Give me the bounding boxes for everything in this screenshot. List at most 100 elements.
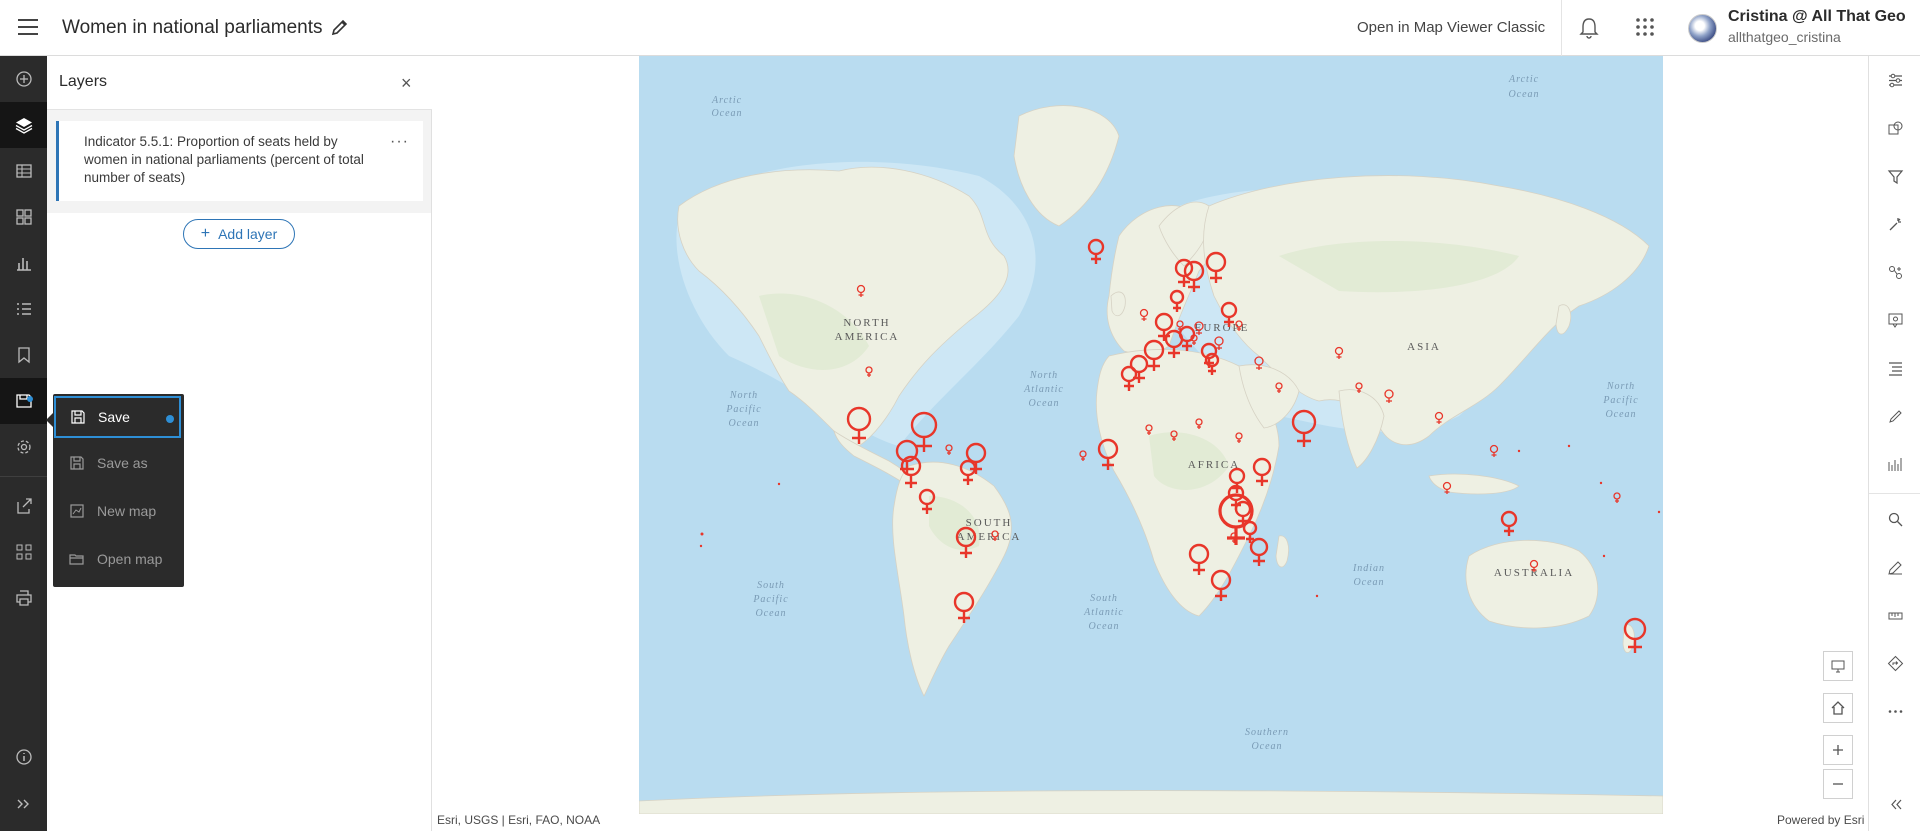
svg-text:NORTH: NORTH — [843, 317, 890, 329]
menu-pointer — [46, 413, 53, 427]
table-icon[interactable] — [0, 148, 47, 194]
home-icon[interactable] — [1823, 693, 1853, 723]
filter-icon[interactable] — [1869, 156, 1920, 196]
app-header: Women in national parliaments Open in Ma… — [0, 0, 1920, 56]
world-map[interactable]: Arctic Ocean Arctic Ocean North Pacific Ocea… — [639, 56, 1663, 814]
open-map-icon — [69, 554, 84, 565]
menu-item-label: Open map — [97, 551, 163, 567]
svg-text:South: South — [757, 580, 785, 591]
menu-item-open-map[interactable]: Open map — [53, 536, 184, 582]
svg-text:Atlantic: Atlantic — [1083, 607, 1124, 618]
directions-icon[interactable] — [1869, 643, 1920, 683]
svg-text:Pacific: Pacific — [1602, 395, 1638, 406]
app-launcher-icon[interactable] — [1635, 17, 1655, 37]
toolbar-divider — [1869, 493, 1920, 494]
configure-popups-icon[interactable] — [1869, 300, 1920, 340]
menu-item-save[interactable]: Save — [54, 396, 181, 438]
effects-icon[interactable] — [1869, 204, 1920, 244]
svg-text:Ocean: Ocean — [1353, 577, 1384, 588]
save-icon — [71, 410, 85, 424]
unsaved-dot — [166, 415, 174, 423]
menu-item-save-as[interactable]: Save as — [53, 440, 184, 486]
menu-item-label: Save as — [97, 455, 148, 471]
search-icon[interactable] — [1869, 499, 1920, 539]
svg-text:AFRICA: AFRICA — [1188, 459, 1240, 471]
unsaved-indicator — [27, 396, 33, 402]
svg-text:Ocean: Ocean — [1251, 741, 1282, 752]
user-name[interactable]: Cristina @ All That Geo — [1728, 8, 1906, 26]
layer-item[interactable]: Indicator 5.5.1: Proportion of seats hel… — [56, 121, 423, 201]
svg-text:Pacific: Pacific — [725, 404, 761, 415]
svg-text:Ocean: Ocean — [711, 108, 742, 119]
svg-text:Arctic: Arctic — [1508, 74, 1539, 85]
svg-text:Indian: Indian — [1352, 563, 1385, 574]
svg-text:ASIA: ASIA — [1407, 341, 1441, 353]
menu-item-new-map[interactable]: New map — [53, 488, 184, 534]
settings-icon[interactable] — [0, 424, 47, 470]
analysis-icon[interactable] — [1869, 252, 1920, 292]
add-layer-button[interactable]: + Add layer — [183, 219, 295, 249]
properties-icon[interactable] — [1869, 60, 1920, 100]
notifications-icon[interactable] — [1578, 16, 1600, 40]
zoom-in-icon[interactable] — [1823, 735, 1853, 765]
svg-text:Pacific: Pacific — [752, 594, 788, 605]
expand-icon[interactable] — [0, 781, 47, 827]
right-toolbar — [1868, 56, 1920, 831]
map-attribution[interactable]: Esri, USGS | Esri, FAO, NOAA — [437, 813, 600, 827]
svg-text:South: South — [1090, 593, 1118, 604]
edit-title-icon[interactable] — [330, 17, 350, 37]
edit-icon[interactable] — [1869, 547, 1920, 587]
svg-text:Atlantic: Atlantic — [1023, 384, 1064, 395]
more-icon[interactable] — [1869, 691, 1920, 731]
menu-item-label: Save — [98, 409, 130, 425]
avatar[interactable] — [1688, 14, 1717, 43]
info-icon[interactable] — [0, 734, 47, 780]
styles-icon[interactable] — [1869, 108, 1920, 148]
svg-text:Southern: Southern — [1245, 727, 1289, 738]
legend-icon[interactable] — [0, 286, 47, 332]
new-map-icon — [70, 504, 84, 518]
svg-text:North: North — [729, 390, 758, 401]
map-view[interactable]: Arctic Ocean Arctic Ocean North Pacific Ocea… — [639, 56, 1663, 814]
svg-text:North: North — [1029, 370, 1058, 381]
svg-text:Ocean: Ocean — [1508, 89, 1539, 100]
panel-title: Layers — [59, 73, 108, 90]
svg-text:Ocean: Ocean — [755, 608, 786, 619]
basemap-icon[interactable] — [0, 194, 47, 240]
svg-text:Arctic: Arctic — [711, 95, 742, 106]
measurement-icon[interactable] — [1869, 595, 1920, 635]
svg-text:AMERICA: AMERICA — [957, 531, 1022, 543]
panel-header: Layers × — [47, 56, 432, 110]
save-menu: Save Save as New map Open map — [53, 394, 184, 587]
sketch-icon[interactable] — [1869, 396, 1920, 436]
more-options-icon[interactable]: ··· — [390, 133, 409, 151]
toolbar-divider — [0, 476, 47, 477]
menu-item-label: New map — [97, 503, 157, 519]
svg-text:AMERICA: AMERICA — [835, 331, 900, 343]
measure-icon[interactable] — [1869, 444, 1920, 484]
powered-by[interactable]: Powered by Esri — [1777, 813, 1864, 827]
print-icon[interactable] — [0, 575, 47, 621]
save-icon[interactable] — [0, 378, 47, 424]
menu-icon[interactable] — [18, 19, 38, 37]
user-id: allthatgeo_cristina — [1728, 29, 1841, 45]
svg-text:Ocean: Ocean — [1605, 409, 1636, 420]
add-layer-label: Add layer — [218, 226, 278, 242]
plus-icon: + — [200, 225, 211, 242]
layers-icon[interactable] — [0, 102, 47, 148]
layer-name: Indicator 5.5.1: Proportion of seats hel… — [84, 134, 364, 185]
apps-icon[interactable] — [0, 529, 47, 575]
add-icon[interactable] — [0, 56, 47, 102]
display-icon[interactable] — [1823, 651, 1853, 681]
charts-icon[interactable] — [0, 240, 47, 286]
fields-icon[interactable] — [1869, 348, 1920, 388]
zoom-out-icon[interactable] — [1823, 769, 1853, 799]
collapse-icon[interactable] — [1869, 784, 1920, 824]
svg-text:Ocean: Ocean — [1088, 621, 1119, 632]
bookmarks-icon[interactable] — [0, 332, 47, 378]
share-icon[interactable] — [0, 483, 47, 529]
close-icon[interactable]: × — [401, 74, 412, 92]
svg-text:SOUTH: SOUTH — [966, 517, 1013, 529]
open-classic-link[interactable]: Open in Map Viewer Classic — [1357, 19, 1545, 36]
header-separator — [1561, 0, 1562, 56]
